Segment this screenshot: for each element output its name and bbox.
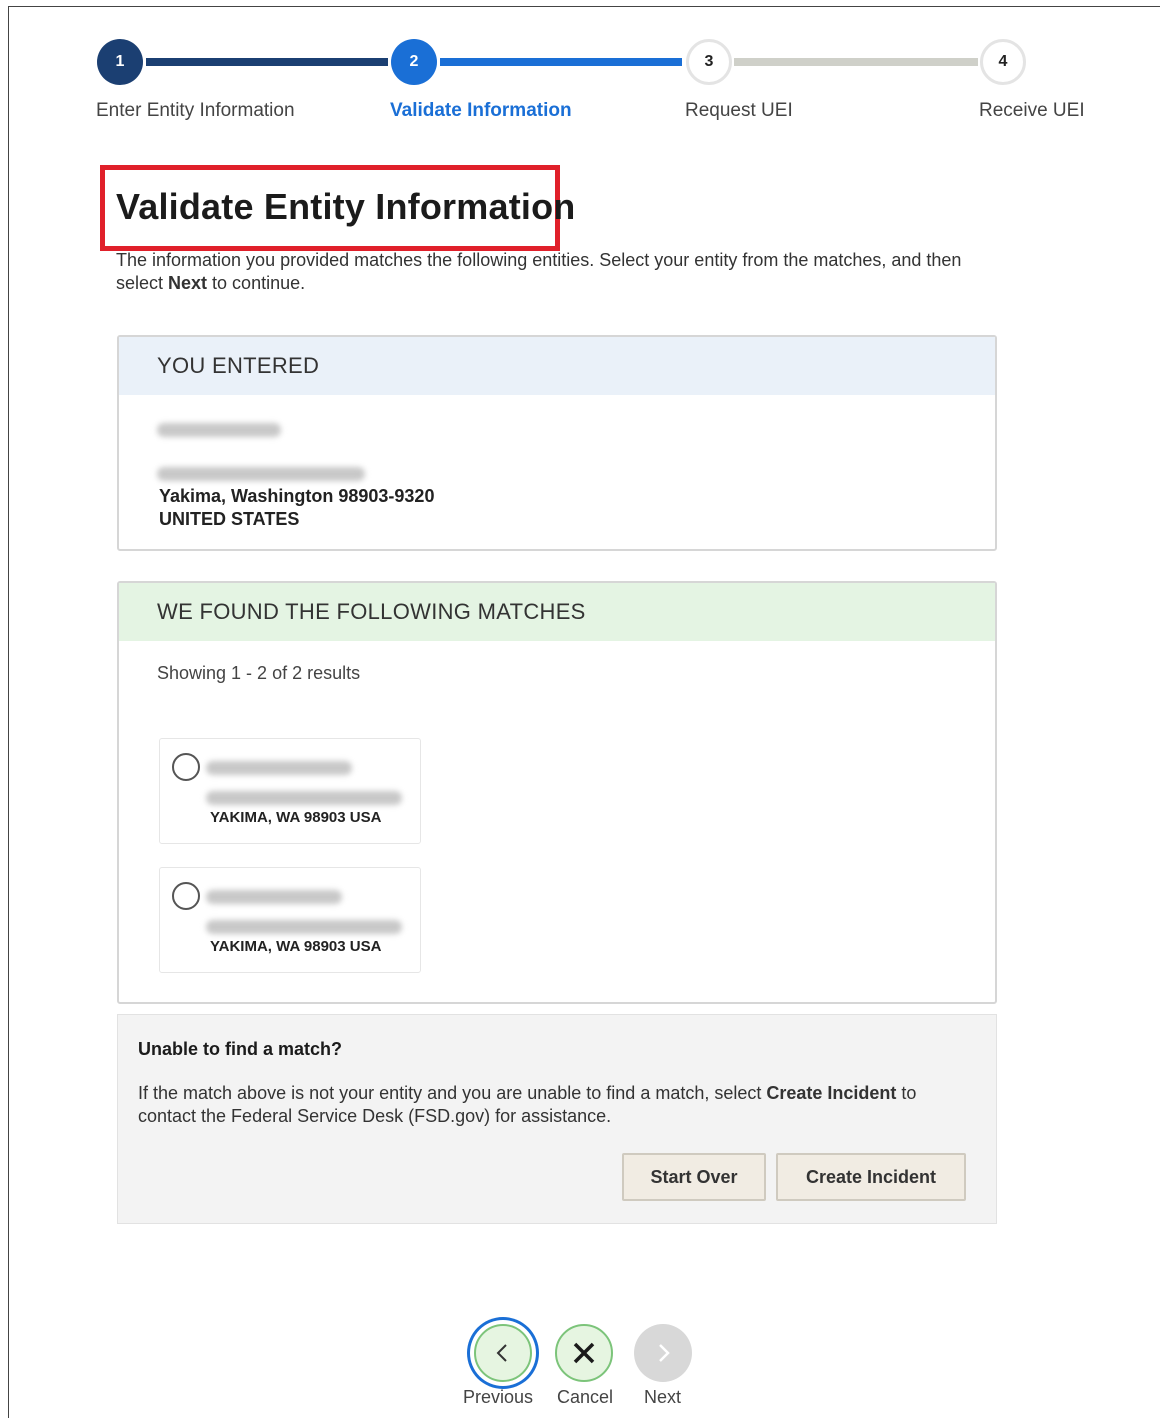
match-item-2[interactable]: YAKIMA, WA 98903 USA [159,867,421,973]
redacted-match-1-street [206,791,402,805]
redacted-name-blur [157,423,281,437]
results-count: Showing 1 - 2 of 2 results [157,663,361,683]
match-radio-1[interactable] [172,753,200,781]
unable-to-match-panel: Unable to find a match? If the match abo… [117,1014,997,1224]
chevron-right-icon [659,1344,670,1362]
redacted-match-2-street [206,920,402,934]
step-3-number: 3 [704,53,714,70]
intro-next-bold: Next [168,273,208,293]
you-entered-header: YOU ENTERED [119,337,995,395]
unable-text-part1: If the match above is not your entity an… [138,1083,767,1103]
next-label: Next [644,1387,682,1407]
cancel-button[interactable] [555,1324,613,1382]
entered-country: UNITED STATES [159,509,300,529]
redacted-entity-name [157,423,281,442]
step-1-label: Enter Entity Information [96,100,295,121]
step-4-label: Receive UEI [979,100,1085,121]
step-2-label: Validate Information [390,100,572,121]
step-line-2 [440,58,682,66]
match-item-1[interactable]: YAKIMA, WA 98903 USA [159,738,421,844]
page-title: Validate Entity Information [116,186,576,227]
match-1-city: YAKIMA, WA 98903 USA [210,809,382,826]
redacted-match-2-name [206,890,342,904]
unable-title: Unable to find a match? [138,1039,343,1059]
step-2-number: 2 [409,53,419,70]
step-3-circle: 3 [686,39,732,85]
match-2-city: YAKIMA, WA 98903 USA [210,938,382,955]
matches-header: WE FOUND THE FOLLOWING MATCHES [119,583,995,641]
unable-text: If the match above is not your entity an… [138,1082,968,1128]
create-incident-button[interactable]: Create Incident [776,1153,966,1201]
intro-text: The information you provided matches the… [116,249,996,295]
step-2-circle: 2 [391,39,437,85]
cancel-label: Cancel [557,1387,614,1407]
close-icon [573,1342,595,1364]
matches-card: WE FOUND THE FOLLOWING MATCHES Showing 1… [117,581,997,1004]
chevron-left-icon [496,1344,507,1362]
match-radio-2[interactable] [172,882,200,910]
previous-label: Previous [463,1387,534,1407]
next-button[interactable] [634,1324,692,1382]
progress-stepper: 1 2 3 4 Enter Entity Information Validat… [0,0,1162,140]
redacted-street-blur [157,467,365,481]
redacted-street [157,467,365,486]
step-1-number: 1 [115,53,125,70]
step-line-1 [146,58,388,66]
step-3-label: Request UEI [685,100,793,121]
step-4-number: 4 [998,53,1008,70]
step-line-3 [734,58,978,66]
intro-part2: to continue. [207,273,306,293]
unable-text-bold: Create Incident [766,1083,897,1103]
step-4-circle: 4 [980,39,1026,85]
you-entered-card: YOU ENTERED Yakima, Washington 98903-932… [117,335,997,551]
start-over-button[interactable]: Start Over [622,1153,766,1201]
redacted-match-1-name [206,761,352,775]
entered-city-line: Yakima, Washington 98903-9320 [159,486,435,506]
previous-button[interactable] [474,1324,532,1382]
step-1-circle: 1 [97,39,143,85]
you-entered-heading: YOU ENTERED [157,353,320,378]
matches-heading: WE FOUND THE FOLLOWING MATCHES [157,599,586,624]
